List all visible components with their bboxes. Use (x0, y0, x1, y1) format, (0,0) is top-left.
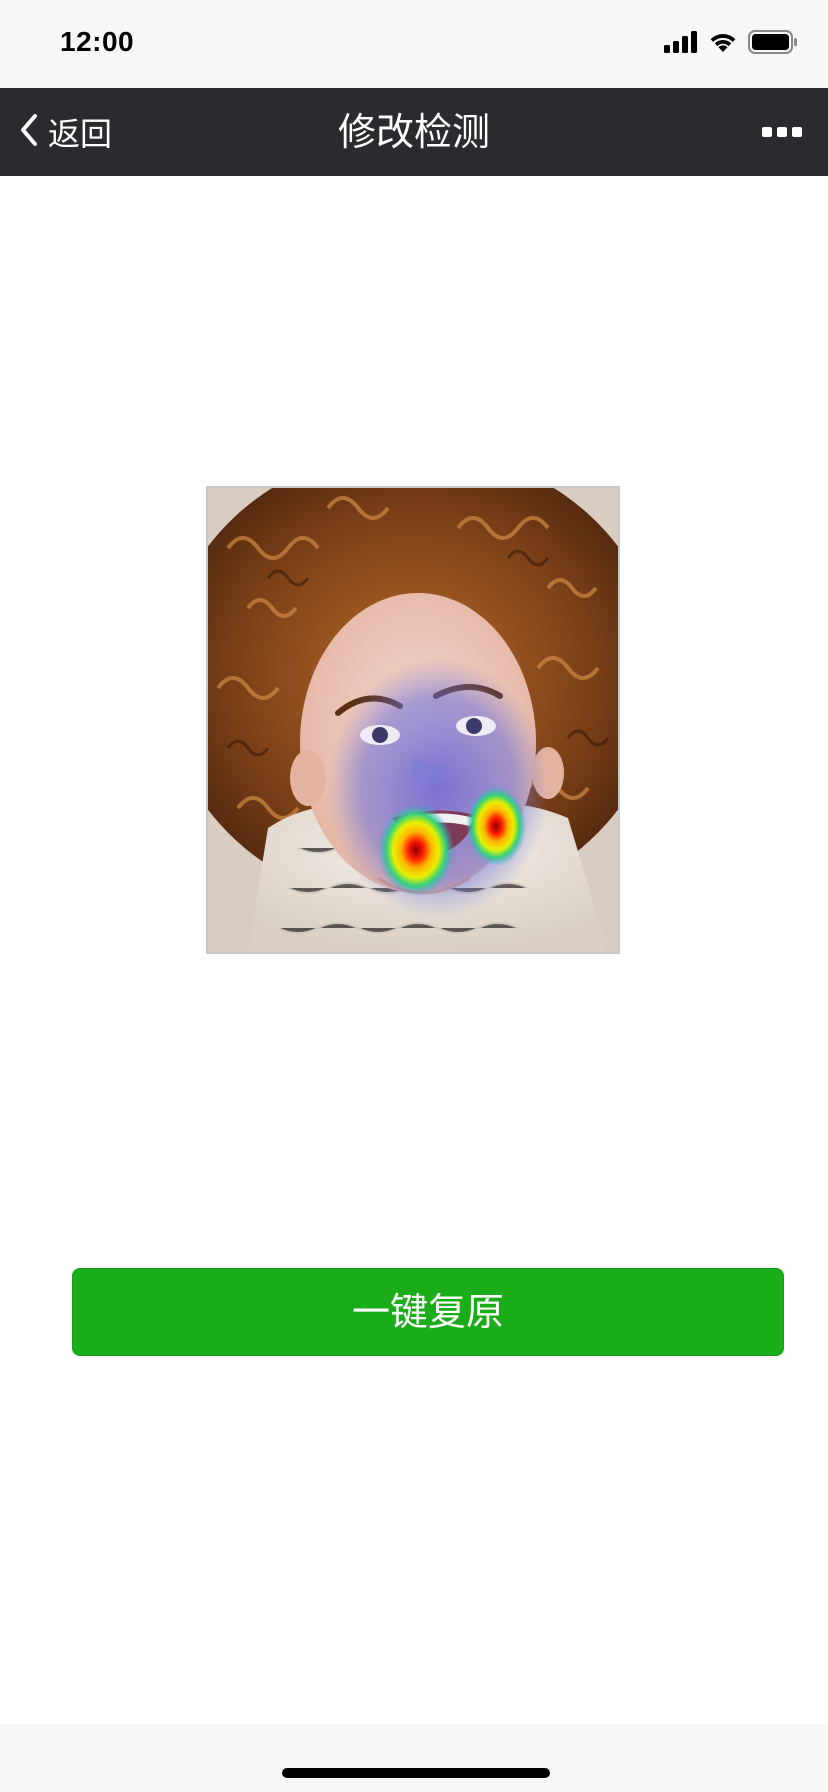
bottom-bar (0, 1724, 828, 1792)
restore-button[interactable]: 一键复原 (72, 1268, 784, 1356)
home-indicator[interactable] (282, 1768, 550, 1778)
more-icon[interactable] (762, 88, 802, 176)
status-icons (664, 30, 798, 58)
status-bar: 12:00 (0, 0, 828, 88)
screen: 12:00 返回 修改检测 一键复原 (0, 0, 828, 1792)
battery-icon (748, 30, 798, 58)
nav-bar: 返回 修改检测 (0, 88, 828, 176)
detection-photo (206, 486, 620, 954)
page-title: 修改检测 (337, 110, 490, 154)
status-time: 12:00 (60, 26, 135, 57)
wifi-icon (708, 31, 738, 57)
signal-icon (664, 31, 698, 57)
